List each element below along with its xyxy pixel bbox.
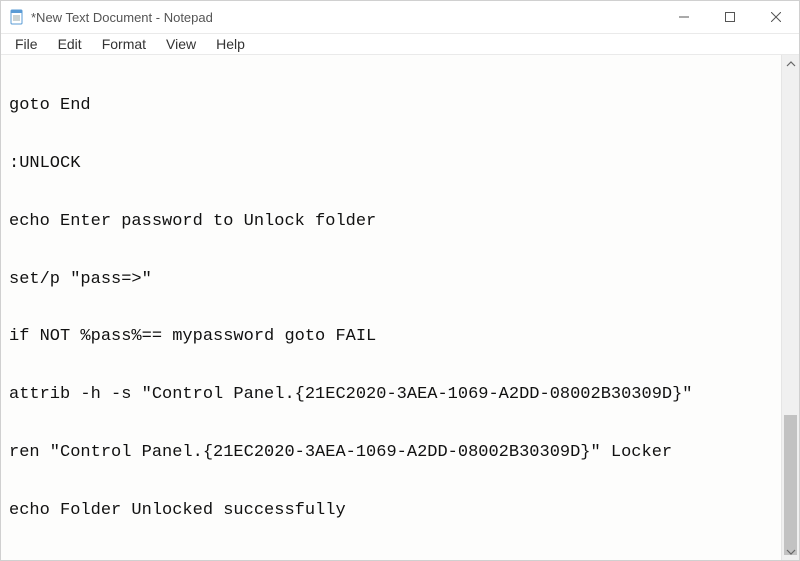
titlebar[interactable]: *New Text Document - Notepad [1, 1, 799, 34]
vertical-scrollbar[interactable] [781, 55, 799, 560]
minimize-button[interactable] [661, 1, 707, 33]
menubar: File Edit Format View Help [1, 34, 799, 55]
menu-help[interactable]: Help [206, 34, 255, 54]
text-editor[interactable]: goto End :UNLOCK echo Enter password to … [1, 55, 781, 560]
notepad-window: *New Text Document - Notepad File Edit F… [0, 0, 800, 561]
scroll-down-button[interactable] [782, 543, 799, 560]
scroll-thumb[interactable] [784, 415, 797, 555]
client-area: goto End :UNLOCK echo Enter password to … [1, 55, 799, 560]
window-title: *New Text Document - Notepad [31, 10, 213, 25]
notepad-icon [9, 9, 25, 25]
maximize-button[interactable] [707, 1, 753, 33]
close-button[interactable] [753, 1, 799, 33]
menu-edit[interactable]: Edit [48, 34, 92, 54]
menu-file[interactable]: File [5, 34, 48, 54]
menu-view[interactable]: View [156, 34, 206, 54]
scroll-up-button[interactable] [782, 55, 799, 72]
menu-format[interactable]: Format [92, 34, 156, 54]
